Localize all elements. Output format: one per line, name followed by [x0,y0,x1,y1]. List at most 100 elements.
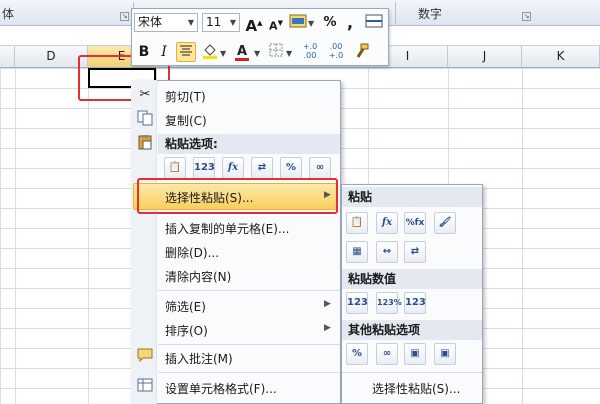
menu-item-copy[interactable]: 复制(C) [165,112,207,129]
font-color-swatch [235,58,249,61]
number-dialog-launcher-icon[interactable]: ↘ [522,12,531,21]
comma-style-button[interactable]: , [340,13,360,33]
bold-button[interactable]: B [134,42,154,62]
submenu-paste-keep-source-formatting[interactable]: 🖌 [434,212,456,234]
submenu-header-paste-values: 粘贴数值 [342,269,482,289]
menu-item-filter[interactable]: 筛选(E) [165,298,206,315]
submenu-paste-values[interactable]: 123 [346,292,368,314]
linked-picture-icon: ▣ [440,348,450,359]
font-name-value: 宋体 [138,15,163,29]
menu-item-format-cells[interactable]: 设置单元格格式(F)... [165,380,277,397]
paste-option-link[interactable]: ∞ [309,157,331,179]
italic-button[interactable]: I [154,42,174,62]
clipboard-icon: 📋 [350,217,364,228]
submenu-item-paste-special[interactable]: 选择性粘贴(S)... [372,380,460,397]
chevron-down-icon[interactable]: ▼ [254,49,260,58]
gridline [15,68,16,404]
accounting-format-button[interactable] [288,13,308,33]
submenu-arrow-icon: ▶ [324,323,331,333]
chevron-down-icon[interactable]: ▼ [286,49,292,58]
menu-separator [158,344,340,345]
decrease-decimal-icon: .00 [329,42,343,51]
font-name-combo[interactable]: 宋体 ▼ [134,13,198,32]
submenu-paste-formulas[interactable]: fx [376,212,398,234]
increase-decimal-button[interactable]: +.0.00 [298,42,322,62]
shrink-font-icon: A [269,19,278,33]
link-icon: ∞ [382,348,392,359]
clipboard-icon [136,134,154,152]
accounting-format-icon [289,14,307,28]
picture-icon: ▣ [410,348,420,359]
shrink-font-button[interactable]: A▼ [266,13,286,33]
column-header-j[interactable]: J [448,46,522,67]
menu-item-clear-contents[interactable]: 清除内容(N) [165,268,231,285]
submenu-paste-formatting[interactable]: % [346,343,368,365]
align-center-icon [180,45,192,56]
submenu-paste-picture[interactable]: ▣ [404,343,426,365]
mini-toolbar: 宋体 ▼ 11 ▼ A▲ A▼ ▼ % , B I ▼ A ▼ ▼ +.0.00… [131,8,389,66]
scissors-icon: ✂ [139,87,151,102]
menu-item-sort[interactable]: 排序(O) [165,322,208,339]
menu-separator [158,290,340,291]
font-dialog-launcher-icon[interactable]: ↘ [120,12,129,21]
ribbon-group-label-font: 体 [2,7,15,21]
paste-options-header: 粘贴选项: [158,134,340,154]
submenu-paste-keep-column-widths[interactable]: ↔ [376,241,398,263]
context-menu [131,80,341,404]
chevron-down-icon[interactable]: ▼ [220,49,226,58]
paste-option-transpose[interactable]: ⇄ [251,157,273,179]
menu-item-insert-copied-cells[interactable]: 插入复制的单元格(E)... [165,220,289,237]
grow-font-icon: A [245,17,258,35]
chevron-down-icon[interactable]: ▼ [308,19,314,28]
decrease-decimal-icon-line2: +.0 [328,51,344,60]
chevron-down-icon: ▼ [187,18,194,27]
transpose-icon: ⇄ [257,162,267,173]
font-color-button[interactable]: A [232,42,252,62]
paste-option-formulas[interactable]: fx [222,157,244,179]
center-align-button[interactable] [176,42,196,62]
submenu-paste-formulas-number-formatting[interactable]: %fx [404,212,426,234]
submenu-paste-link[interactable]: ∞ [376,343,398,365]
format-painter-brush-button[interactable] [352,42,372,62]
copy-icon [136,110,154,128]
column-header-k[interactable]: K [522,46,600,67]
comment-icon [136,348,154,366]
annotation-highlight-paste-special [137,178,338,214]
submenu-paste-no-borders[interactable]: ▦ [346,241,368,263]
menu-separator [158,372,340,373]
format-painter-button[interactable] [364,13,384,33]
format-cells-icon [136,377,154,395]
paste-option-values[interactable]: 123 [193,157,215,179]
brush-clipboard-icon: 🖌 [438,217,452,228]
submenu-header-paste: 粘贴 [342,187,482,207]
increase-decimal-icon: +.0 [302,42,318,51]
grow-font-button[interactable]: A▲ [244,13,264,35]
submenu-paste-all[interactable]: 📋 [346,212,368,234]
chevron-down-icon: ▼ [229,18,236,27]
borders-button[interactable] [266,42,286,62]
fill-color-button[interactable] [200,42,220,62]
paste-option-paste[interactable]: 📋 [164,157,186,179]
menu-item-insert-comment[interactable]: 插入批注(M) [165,350,233,367]
transpose-icon: ⇄ [410,246,420,257]
submenu-paste-values-number-formatting[interactable]: 123% [376,292,402,314]
no-borders-icon: ▦ [352,246,362,257]
menu-item-delete[interactable]: 删除(D)... [165,244,219,261]
percent-style-button[interactable]: % [320,13,340,33]
format-painter-icon [356,43,369,58]
submenu-paste-transpose[interactable]: ⇄ [404,241,426,263]
submenu-paste-linked-picture[interactable]: ▣ [434,343,456,365]
font-size-combo[interactable]: 11 ▼ [202,13,240,32]
paint-bucket-icon [203,44,217,59]
gridline [88,68,89,404]
link-icon: ∞ [315,162,325,173]
menu-item-cut[interactable]: 剪切(T) [165,88,206,105]
increase-decimal-icon-line2: .00 [303,51,317,60]
gridline [522,68,523,404]
submenu-paste-values-source-formatting[interactable]: 123 [404,292,426,314]
paste-option-formatting[interactable]: % [280,157,302,179]
column-header-partial[interactable] [0,46,15,67]
merge-cells-icon [365,14,383,28]
decrease-decimal-button[interactable]: .00 +.0 [324,42,348,62]
borders-icon [269,43,283,57]
